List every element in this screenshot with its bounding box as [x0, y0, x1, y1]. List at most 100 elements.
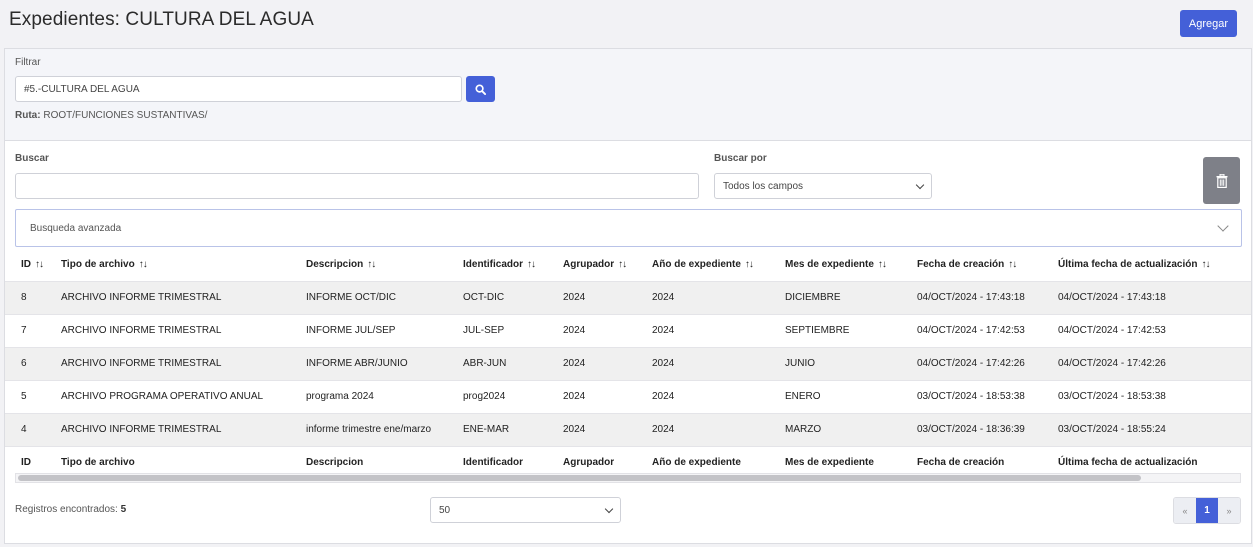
- table-cell: OCT-DIC: [463, 280, 563, 314]
- pagination-prev-button[interactable]: «: [1174, 498, 1196, 523]
- table-cell: 2024: [652, 313, 785, 347]
- page-title: Expedientes: CULTURA DEL AGUA: [9, 9, 314, 30]
- column-footer: Última fecha de actualización: [1058, 445, 1251, 473]
- filter-section: Filtrar #5.-CULTURA DEL AGUA Ruta: ROOT/…: [5, 49, 1251, 141]
- filter-search-button[interactable]: [466, 76, 495, 102]
- table-cell: 04/OCT/2024 - 17:43:18: [917, 280, 1058, 314]
- pagination: « 1 »: [1173, 497, 1241, 524]
- table-row[interactable]: 5 ARCHIVO PROGRAMA OPERATIVO ANUAL program…: [5, 379, 1251, 413]
- table-cell: 2024: [652, 280, 785, 314]
- table-cell: 2024: [652, 379, 785, 413]
- sort-icon[interactable]: ↑↓: [1008, 259, 1017, 270]
- table-cell: INFORME ABR/JUNIO: [306, 346, 463, 380]
- column-footer: Descripcion: [306, 445, 463, 473]
- filter-input-value: #5.-CULTURA DEL AGUA: [24, 83, 140, 95]
- advanced-search-accordion[interactable]: Busqueda avanzada: [15, 209, 1242, 247]
- column-footer: Mes de expediente: [785, 445, 917, 473]
- route-breadcrumb: Ruta: ROOT/FUNCIONES SUSTANTIVAS/: [15, 110, 207, 121]
- clear-search-button[interactable]: [1203, 157, 1240, 204]
- table-cell: ARCHIVO INFORME TRIMESTRAL: [61, 346, 306, 380]
- column-header[interactable]: Descripcion ↑↓: [306, 248, 463, 281]
- filter-label: Filtrar: [15, 57, 41, 68]
- search-by-label: Buscar por: [714, 153, 767, 164]
- sort-icon[interactable]: ↑↓: [527, 259, 536, 270]
- table-cell: 04/OCT/2024 - 17:42:53: [1058, 313, 1251, 347]
- column-header-label: Mes de expediente: [785, 258, 874, 270]
- pagination-next-button[interactable]: »: [1218, 498, 1240, 523]
- records-count: 5: [120, 504, 127, 515]
- column-header-label: Tipo de archivo: [61, 258, 135, 270]
- horizontal-scrollbar[interactable]: [15, 473, 1241, 483]
- column-footer: Identificador: [463, 445, 563, 473]
- column-header[interactable]: Agrupador ↑↓: [563, 248, 652, 281]
- advanced-search-label: Busqueda avanzada: [30, 222, 122, 234]
- table-cell: 04/OCT/2024 - 17:42:26: [1058, 346, 1251, 380]
- column-footer: Año de expediente: [652, 445, 785, 473]
- sort-icon[interactable]: ↑↓: [367, 259, 376, 270]
- search-input[interactable]: [15, 173, 699, 199]
- table-cell: INFORME JUL/SEP: [306, 313, 463, 347]
- column-header[interactable]: Mes de expediente ↑↓: [785, 248, 917, 281]
- filter-input[interactable]: #5.-CULTURA DEL AGUA: [15, 76, 462, 102]
- table-cell: 8: [5, 280, 61, 314]
- column-header[interactable]: ID ↑↓: [5, 248, 61, 281]
- table-cell: ARCHIVO INFORME TRIMESTRAL: [61, 313, 306, 347]
- column-header[interactable]: Última fecha de actualización ↑↓: [1058, 248, 1251, 281]
- table-cell: JUL-SEP: [463, 313, 563, 347]
- table-cell: 03/OCT/2024 - 18:55:24: [1058, 412, 1251, 446]
- search-label: Buscar: [15, 153, 49, 164]
- column-header[interactable]: Año de expediente ↑↓: [652, 248, 785, 281]
- sort-icon[interactable]: ↑↓: [139, 259, 148, 270]
- chevron-down-icon: [1217, 220, 1229, 232]
- table-body: 8 ARCHIVO INFORME TRIMESTRAL INFORME OCT/D…: [5, 280, 1251, 446]
- table-row[interactable]: 4 ARCHIVO INFORME TRIMESTRAL informe trime…: [5, 412, 1251, 446]
- table-cell: DICIEMBRE: [785, 280, 917, 314]
- records-label: Registros encontrados:: [15, 504, 118, 515]
- table-wrapper: ID ↑↓ Tipo de archivo ↑↓ Descripcion ↑↓ Identi…: [5, 248, 1251, 473]
- table-cell: 03/OCT/2024 - 18:53:38: [917, 379, 1058, 413]
- column-header-label: Descripcion: [306, 258, 364, 270]
- table-cell: ABR-JUN: [463, 346, 563, 380]
- table-cell: ENE-MAR: [463, 412, 563, 446]
- table-row[interactable]: 8 ARCHIVO INFORME TRIMESTRAL INFORME OCT/D…: [5, 280, 1251, 314]
- search-by-select[interactable]: Todos los campos: [714, 173, 932, 199]
- column-header-label: Identificador: [463, 258, 524, 270]
- column-header-label: Agrupador: [563, 258, 615, 270]
- expedientes-table: ID ↑↓ Tipo de archivo ↑↓ Descripcion ↑↓ Identi…: [5, 248, 1251, 473]
- route-label: Ruta:: [15, 110, 41, 121]
- table-cell: 2024: [563, 412, 652, 446]
- column-header-label: ID: [21, 258, 31, 270]
- table-cell: informe trimestre ene/marzo: [306, 412, 463, 446]
- column-header-label: Última fecha de actualización: [1058, 258, 1198, 270]
- pagination-page-1[interactable]: 1: [1196, 498, 1218, 523]
- table-cell: ARCHIVO PROGRAMA OPERATIVO ANUAL: [61, 379, 306, 413]
- sort-icon[interactable]: ↑↓: [35, 259, 44, 270]
- column-header[interactable]: Identificador ↑↓: [463, 248, 563, 281]
- table-cell: 2024: [652, 346, 785, 380]
- expedientes-card: Filtrar #5.-CULTURA DEL AGUA Ruta: ROOT/…: [4, 48, 1252, 544]
- table-row[interactable]: 6 ARCHIVO INFORME TRIMESTRAL INFORME ABR/J…: [5, 346, 1251, 380]
- table-cell: 4: [5, 412, 61, 446]
- table-header: ID ↑↓ Tipo de archivo ↑↓ Descripcion ↑↓ Identi…: [5, 248, 1251, 281]
- sort-icon[interactable]: ↑↓: [618, 259, 627, 270]
- column-header[interactable]: Fecha de creación ↑↓: [917, 248, 1058, 281]
- sort-icon[interactable]: ↑↓: [878, 259, 887, 270]
- table-cell: 2024: [563, 280, 652, 314]
- add-button[interactable]: Agregar: [1180, 10, 1237, 37]
- table-cell: 2024: [563, 379, 652, 413]
- page-size-value: 50: [439, 504, 451, 516]
- table-cell: 2024: [563, 313, 652, 347]
- sort-icon[interactable]: ↑↓: [745, 259, 754, 270]
- page-size-select[interactable]: 50: [430, 497, 621, 523]
- table-cell: prog2024: [463, 379, 563, 413]
- chevron-down-icon: [604, 504, 614, 513]
- column-header[interactable]: Tipo de archivo ↑↓: [61, 248, 306, 281]
- table-cell: 6: [5, 346, 61, 380]
- table-cell: ARCHIVO INFORME TRIMESTRAL: [61, 280, 306, 314]
- sort-icon[interactable]: ↑↓: [1202, 259, 1211, 270]
- search-icon: [475, 83, 486, 95]
- chevron-down-icon: [915, 180, 925, 189]
- scrollbar-thumb[interactable]: [18, 475, 1141, 481]
- table-row[interactable]: 7 ARCHIVO INFORME TRIMESTRAL INFORME JUL/S…: [5, 313, 1251, 347]
- table-cell: 2024: [563, 346, 652, 380]
